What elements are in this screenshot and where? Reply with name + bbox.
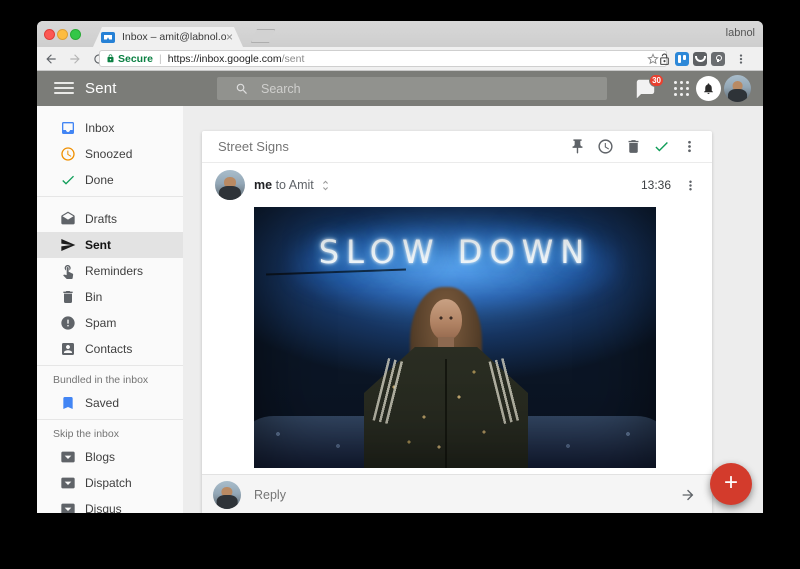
- message-header-row: me to Amit 13:36: [202, 163, 712, 207]
- reminder-hand-icon: [59, 263, 76, 280]
- bookmark-icon: [59, 395, 76, 412]
- trash-icon: [59, 289, 76, 306]
- notifications-bell-button[interactable]: [696, 76, 721, 101]
- new-tab-button[interactable]: [251, 29, 275, 43]
- browser-window: Inbox – amit@labnol.org × labnol Secure …: [37, 21, 763, 513]
- extension-toolbar: [657, 47, 751, 71]
- sidebar-section-skip: Skip the inbox: [37, 424, 183, 444]
- search-bar[interactable]: [217, 77, 607, 100]
- sidebar-item-reminders[interactable]: Reminders: [37, 258, 183, 284]
- snooze-clock-icon[interactable]: [597, 138, 614, 155]
- zoom-window-button[interactable]: [70, 29, 81, 40]
- user-avatar[interactable]: [724, 75, 751, 102]
- compose-fab-button[interactable]: +: [710, 463, 752, 505]
- omnibox-separator: |: [159, 53, 162, 65]
- sidebar-item-bin[interactable]: Bin: [37, 284, 183, 310]
- sidebar-item-blogs[interactable]: Blogs: [37, 444, 183, 470]
- reply-avatar: [213, 481, 241, 509]
- browser-tab[interactable]: Inbox – amit@labnol.org ×: [93, 27, 243, 47]
- screenshot-background: Inbox – amit@labnol.org × labnol Secure …: [0, 0, 800, 569]
- url-path: /sent: [282, 53, 305, 65]
- bundle-envelope-icon: [59, 475, 76, 492]
- send-icon: [59, 237, 76, 254]
- sidebar-divider: [37, 419, 183, 420]
- message-from: me to Amit: [254, 178, 314, 192]
- send-arrow-icon[interactable]: [680, 487, 696, 503]
- main-content: Street Signs me to Amit: [183, 106, 763, 513]
- bundle-envelope-icon: [59, 501, 76, 514]
- recipient-text: to Amit: [276, 178, 314, 192]
- sidebar-item-disqus[interactable]: Disqus: [37, 496, 183, 513]
- sidebar-divider: [37, 365, 183, 366]
- pocket-extension-icon[interactable]: [693, 52, 707, 66]
- shield-extension-icon[interactable]: [711, 52, 725, 66]
- thread-card: Street Signs me to Amit: [202, 131, 712, 513]
- thread-subject: Street Signs: [218, 139, 569, 154]
- sidebar: Inbox Snoozed Done Drafts Sent: [37, 106, 183, 513]
- sidebar-section-bundled: Bundled in the inbox: [37, 370, 183, 390]
- address-bar[interactable]: Secure | https://inbox.google.com/sent: [99, 50, 667, 67]
- more-options-icon[interactable]: [681, 138, 698, 155]
- photo-woman-face: [430, 299, 462, 340]
- search-input[interactable]: [261, 82, 541, 96]
- plus-icon: +: [724, 471, 738, 495]
- sidebar-item-snoozed[interactable]: Snoozed: [37, 141, 183, 167]
- back-button[interactable]: [41, 49, 61, 69]
- app-header: Sent 30: [37, 71, 763, 106]
- google-apps-grid-icon[interactable]: [674, 81, 689, 96]
- sender-name: me: [254, 178, 272, 192]
- mark-done-check-icon[interactable]: [653, 138, 670, 155]
- neon-sign-text: SLOW DOWN: [254, 233, 656, 271]
- bundle-envelope-icon: [59, 449, 76, 466]
- bell-icon: [702, 82, 715, 95]
- thread-header: Street Signs: [202, 131, 712, 163]
- inbox-icon: [59, 120, 76, 137]
- browser-toolbar: Secure | https://inbox.google.com/sent: [37, 47, 763, 71]
- contacts-icon: [59, 341, 76, 358]
- expand-details-icon[interactable]: [319, 179, 332, 192]
- chrome-profile-name[interactable]: labnol: [726, 27, 755, 39]
- browser-titlebar: Inbox – amit@labnol.org × labnol: [37, 21, 763, 47]
- spam-icon: [59, 315, 76, 332]
- minimize-window-button[interactable]: [57, 29, 68, 40]
- url-host: https://inbox.google.com: [168, 53, 282, 65]
- inbox-favicon-icon: [101, 32, 115, 43]
- drafts-icon: [59, 211, 76, 228]
- page-title: Sent: [85, 80, 117, 97]
- sidebar-item-sent[interactable]: Sent: [37, 232, 183, 258]
- sidebar-item-inbox[interactable]: Inbox: [37, 115, 183, 141]
- notification-count-badge: 30: [649, 74, 664, 87]
- sidebar-item-saved[interactable]: Saved: [37, 390, 183, 416]
- check-icon: [59, 172, 76, 189]
- reply-placeholder: Reply: [254, 488, 286, 502]
- message-time: 13:36: [641, 178, 671, 192]
- trash-icon[interactable]: [625, 138, 642, 155]
- sidebar-item-done[interactable]: Done: [37, 167, 183, 193]
- secure-lock-icon: [106, 53, 115, 64]
- forward-button[interactable]: [65, 49, 85, 69]
- tab-title: Inbox – amit@labnol.org: [122, 31, 226, 43]
- trello-extension-icon[interactable]: [675, 52, 689, 66]
- reply-box[interactable]: Reply: [202, 474, 712, 513]
- sidebar-item-dispatch[interactable]: Dispatch: [37, 470, 183, 496]
- menu-hamburger-icon[interactable]: [54, 82, 74, 95]
- sidebar-item-spam[interactable]: Spam: [37, 310, 183, 336]
- message-more-icon[interactable]: [683, 178, 698, 193]
- pin-icon[interactable]: [569, 138, 586, 155]
- clock-icon: [59, 146, 76, 163]
- chrome-menu-icon[interactable]: [731, 49, 751, 69]
- email-photo-attachment[interactable]: SLOW DOWN: [254, 207, 656, 468]
- sidebar-item-contacts[interactable]: Contacts: [37, 336, 183, 362]
- secure-label: Secure: [118, 53, 153, 65]
- close-window-button[interactable]: [44, 29, 55, 40]
- sidebar-item-drafts[interactable]: Drafts: [37, 206, 183, 232]
- lock-open-extension-icon[interactable]: [657, 52, 671, 66]
- search-icon: [235, 82, 249, 96]
- sidebar-divider: [37, 196, 183, 197]
- tab-close-icon[interactable]: ×: [226, 31, 233, 43]
- sender-avatar[interactable]: [215, 170, 245, 200]
